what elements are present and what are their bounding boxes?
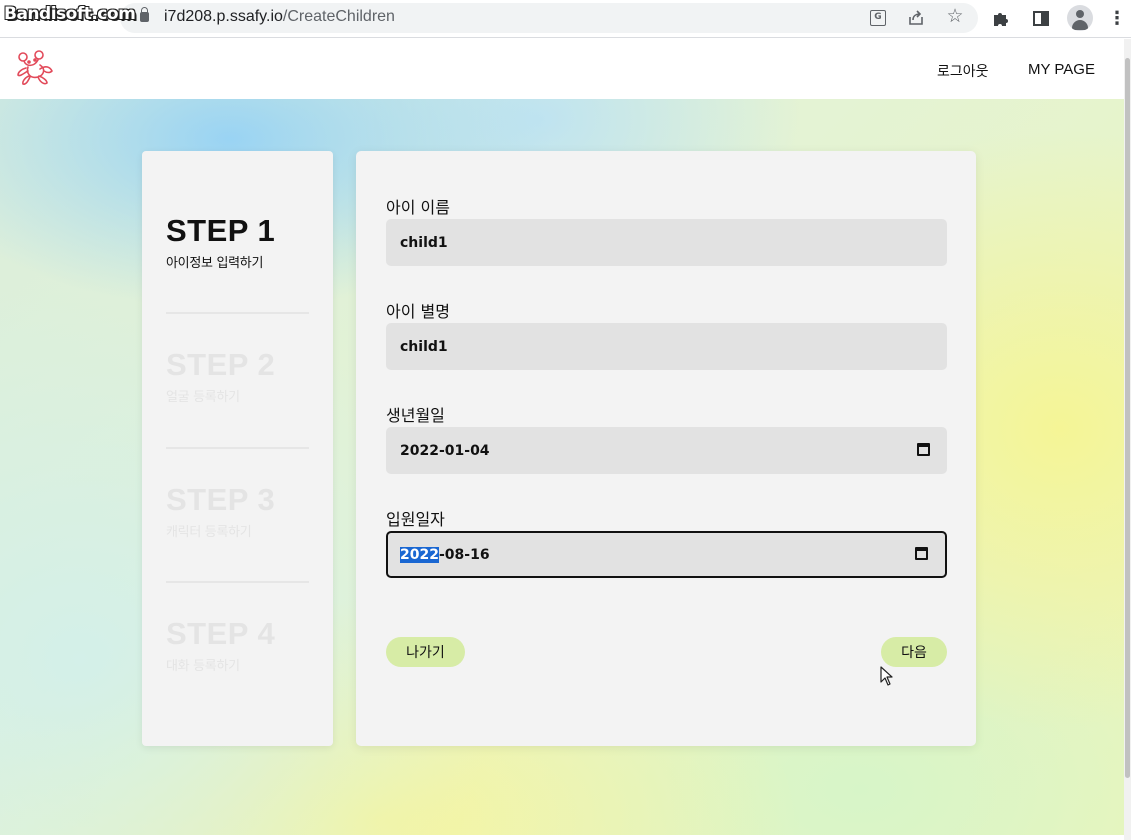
admission-year-selected: 2022 bbox=[400, 546, 439, 563]
step-title: STEP 1 bbox=[166, 213, 276, 248]
url-text[interactable]: i7d208.p.ssafy.io/CreateChildren bbox=[164, 8, 395, 26]
admission-date-rest: -08-16 bbox=[438, 546, 490, 563]
child-info-form: 아이 이름 child1 아이 별명 child1 생년월일 2022-01-0… bbox=[356, 151, 976, 746]
translate-icon[interactable]: G bbox=[868, 8, 888, 28]
next-button[interactable]: 다음 bbox=[881, 637, 947, 667]
scrollbar-thumb[interactable] bbox=[1125, 58, 1130, 778]
admission-date-input[interactable]: 2022 -08-16 bbox=[386, 531, 947, 578]
mypage-link[interactable]: MY PAGE bbox=[1028, 61, 1095, 78]
step-divider bbox=[166, 447, 309, 449]
name-label: 아이 이름 bbox=[386, 198, 450, 217]
logout-link[interactable]: 로그아웃 bbox=[937, 61, 989, 81]
step-2: STEP 2 얼굴 등록하기 bbox=[166, 347, 276, 406]
step-subtitle: 캐릭터 등록하기 bbox=[166, 525, 252, 540]
site-header: 로그아웃 MY PAGE bbox=[0, 39, 1124, 99]
name-input[interactable]: child1 bbox=[386, 219, 947, 266]
watermark: Bandisoft.com bbox=[4, 4, 136, 24]
name-value: child1 bbox=[400, 234, 448, 251]
step-subtitle: 대화 등록하기 bbox=[166, 659, 240, 674]
birthdate-label: 생년월일 bbox=[386, 406, 445, 425]
calendar-icon[interactable] bbox=[917, 443, 930, 456]
step-4: STEP 4 대화 등록하기 bbox=[166, 616, 276, 675]
step-title: STEP 4 bbox=[166, 616, 276, 651]
lock-icon[interactable] bbox=[140, 7, 149, 22]
step-title: STEP 3 bbox=[166, 482, 276, 517]
mouse-cursor-icon bbox=[880, 666, 893, 686]
star-icon[interactable]: ☆ bbox=[945, 5, 965, 27]
admission-date-label: 입원일자 bbox=[386, 510, 445, 529]
nickname-input[interactable]: child1 bbox=[386, 323, 947, 370]
url-host: i7d208.p.ssafy.io bbox=[164, 8, 283, 25]
step-progress-panel: STEP 1 아이정보 입력하기 STEP 2 얼굴 등록하기 STEP 3 캐… bbox=[142, 151, 333, 746]
step-subtitle: 얼굴 등록하기 bbox=[166, 390, 240, 405]
teddy-bear-logo-icon[interactable] bbox=[14, 49, 56, 89]
share-icon[interactable] bbox=[906, 8, 926, 28]
birthdate-input[interactable]: 2022-01-04 bbox=[386, 427, 947, 474]
birthdate-value: 2022-01-04 bbox=[400, 442, 490, 459]
step-title: STEP 2 bbox=[166, 347, 276, 382]
calendar-icon[interactable] bbox=[915, 547, 928, 560]
nickname-value: child1 bbox=[400, 338, 448, 355]
menu-icon[interactable]: ⋮ bbox=[1107, 8, 1127, 29]
profile-icon[interactable] bbox=[1067, 5, 1093, 31]
url-path: /CreateChildren bbox=[282, 8, 395, 25]
step-divider bbox=[166, 312, 309, 314]
browser-toolbar: Bandisoft.com i7d208.p.ssafy.io/CreateCh… bbox=[0, 0, 1131, 38]
exit-button[interactable]: 나가기 bbox=[386, 637, 465, 667]
step-subtitle: 아이정보 입력하기 bbox=[166, 256, 264, 271]
side-panel-icon[interactable] bbox=[1031, 8, 1051, 28]
nickname-label: 아이 별명 bbox=[386, 302, 450, 321]
page-bottom-strip bbox=[0, 835, 1124, 840]
step-divider bbox=[166, 581, 309, 583]
step-1: STEP 1 아이정보 입력하기 bbox=[166, 213, 276, 272]
puzzle-icon[interactable] bbox=[991, 8, 1011, 28]
step-3: STEP 3 캐릭터 등록하기 bbox=[166, 482, 276, 541]
